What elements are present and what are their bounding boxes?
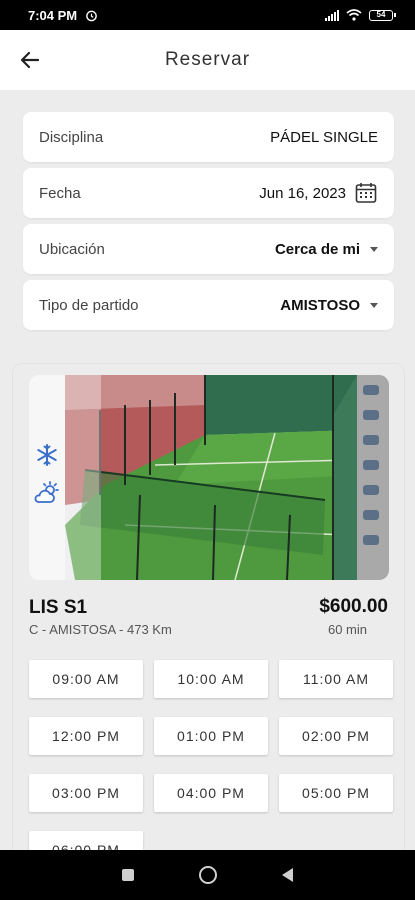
- back-triangle-icon[interactable]: [281, 868, 293, 882]
- alarm-icon: [86, 10, 97, 21]
- time-slot-button[interactable]: 10:00 AM: [154, 660, 268, 698]
- time-slot-button[interactable]: 04:00 PM: [154, 774, 268, 812]
- app-header: Reservar: [0, 30, 415, 90]
- court-card[interactable]: LIS S1 C - AMISTOSA - 473 Km $600.00 60 …: [12, 363, 405, 869]
- time-slot-button[interactable]: 02:00 PM: [279, 717, 393, 755]
- court-media: [29, 375, 389, 580]
- match-type-value: AMISTOSO: [280, 296, 360, 314]
- time-slot-button[interactable]: 05:00 PM: [279, 774, 393, 812]
- recent-apps-icon[interactable]: [122, 869, 135, 881]
- page-title: Reservar: [164, 49, 251, 70]
- discipline-field[interactable]: Disciplina PÁDEL SINGLE: [23, 112, 394, 162]
- status-bar: 7:04 PM 54: [0, 0, 415, 30]
- time-slot-button[interactable]: 03:00 PM: [29, 774, 143, 812]
- date-field[interactable]: Fecha Jun 16, 2023: [23, 168, 394, 218]
- time-slot-grid: 09:00 AM 10:00 AM 11:00 AM 12:00 PM 01:0…: [29, 660, 393, 869]
- date-value: Jun 16, 2023: [259, 184, 346, 202]
- match-type-dropdown[interactable]: Tipo de partido AMISTOSO: [23, 280, 394, 330]
- booking-form: Disciplina PÁDEL SINGLE Fecha Jun 16, 20…: [23, 112, 394, 336]
- time-slot-button[interactable]: 11:00 AM: [279, 660, 393, 698]
- location-dropdown[interactable]: Ubicación Cerca de mi: [23, 224, 394, 274]
- weather-column: [29, 375, 65, 580]
- system-nav-bar: [0, 850, 415, 900]
- court-photo: [65, 375, 389, 580]
- snowflake-icon: [37, 444, 57, 466]
- partly-cloudy-icon: [34, 481, 59, 503]
- discipline-label: Disciplina: [39, 128, 104, 146]
- court-name: LIS S1: [29, 597, 88, 618]
- caret-down-icon: [370, 302, 378, 308]
- status-time: 7:04 PM: [28, 7, 78, 23]
- back-button[interactable]: [16, 46, 44, 74]
- calendar-icon[interactable]: [354, 181, 378, 205]
- time-slot-button[interactable]: 09:00 AM: [29, 660, 143, 698]
- home-icon[interactable]: [198, 866, 217, 884]
- court-subtitle: C - AMISTOSA - 473 Km: [29, 622, 172, 637]
- time-slot-button[interactable]: 01:00 PM: [154, 717, 268, 755]
- court-price: $600.00: [319, 596, 388, 617]
- location-value: Cerca de mi: [274, 240, 360, 258]
- signal-icon: [325, 9, 339, 21]
- location-label: Ubicación: [39, 240, 105, 258]
- battery-icon: 54: [369, 9, 396, 21]
- court-duration: 60 min: [327, 622, 367, 637]
- wifi-icon: [346, 9, 362, 21]
- date-label: Fecha: [39, 184, 81, 202]
- discipline-value: PÁDEL SINGLE: [270, 128, 378, 146]
- caret-down-icon: [370, 246, 378, 252]
- arrow-left-icon: [20, 51, 40, 69]
- match-type-label: Tipo de partido: [39, 296, 139, 314]
- battery-level: 54: [376, 9, 386, 19]
- time-slot-button[interactable]: 12:00 PM: [29, 717, 143, 755]
